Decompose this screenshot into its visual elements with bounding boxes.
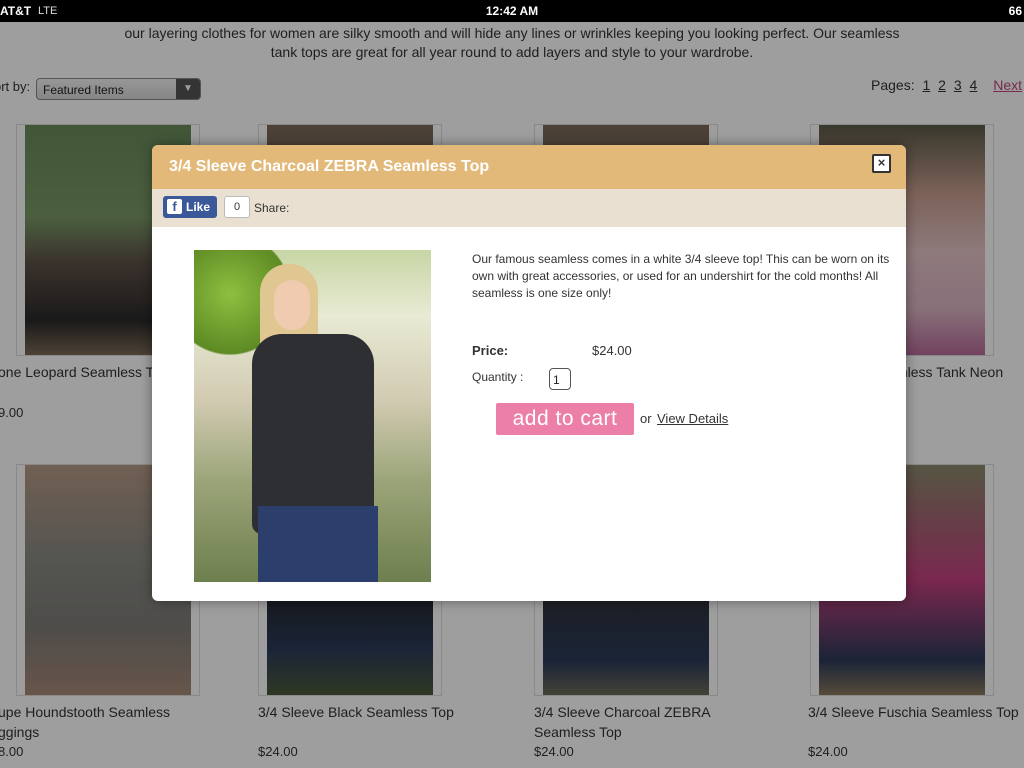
or-label: or <box>640 411 652 426</box>
add-to-cart-button[interactable]: add to cart <box>496 403 634 435</box>
price-label: Price: <box>472 343 509 358</box>
photo-model-face <box>274 280 310 330</box>
facebook-like-button[interactable]: f Like <box>163 196 217 218</box>
clock: 12:42 AM <box>485 4 539 18</box>
share-label: Share: <box>254 201 290 215</box>
product-main-image <box>194 250 431 582</box>
battery-level: 66 <box>1008 4 1022 18</box>
photo-model-jeans <box>258 506 378 582</box>
photo-model-top <box>252 334 374 534</box>
share-bar: f Like 0 Share: <box>152 189 906 227</box>
product-description: Our famous seamless comes in a white 3/4… <box>472 252 890 300</box>
modal-header: 3/4 Sleeve Charcoal ZEBRA Seamless Top × <box>152 145 906 189</box>
status-bar: AT&T LTE 12:42 AM 66 <box>0 0 1024 22</box>
quantity-input[interactable]: 1 <box>549 368 571 390</box>
facebook-icon: f <box>167 199 182 214</box>
quick-view-modal: 3/4 Sleeve Charcoal ZEBRA Seamless Top ×… <box>152 145 906 601</box>
view-details-link[interactable]: View Details <box>657 411 728 426</box>
close-icon[interactable]: × <box>878 155 886 170</box>
like-label: Like <box>186 200 211 214</box>
like-count: 0 <box>224 196 250 218</box>
modal-title: 3/4 Sleeve Charcoal ZEBRA Seamless Top <box>169 158 490 175</box>
close-button[interactable]: × <box>872 154 891 173</box>
quantity-label: Quantity : <box>472 370 524 384</box>
price-value: $24.00 <box>592 343 632 358</box>
